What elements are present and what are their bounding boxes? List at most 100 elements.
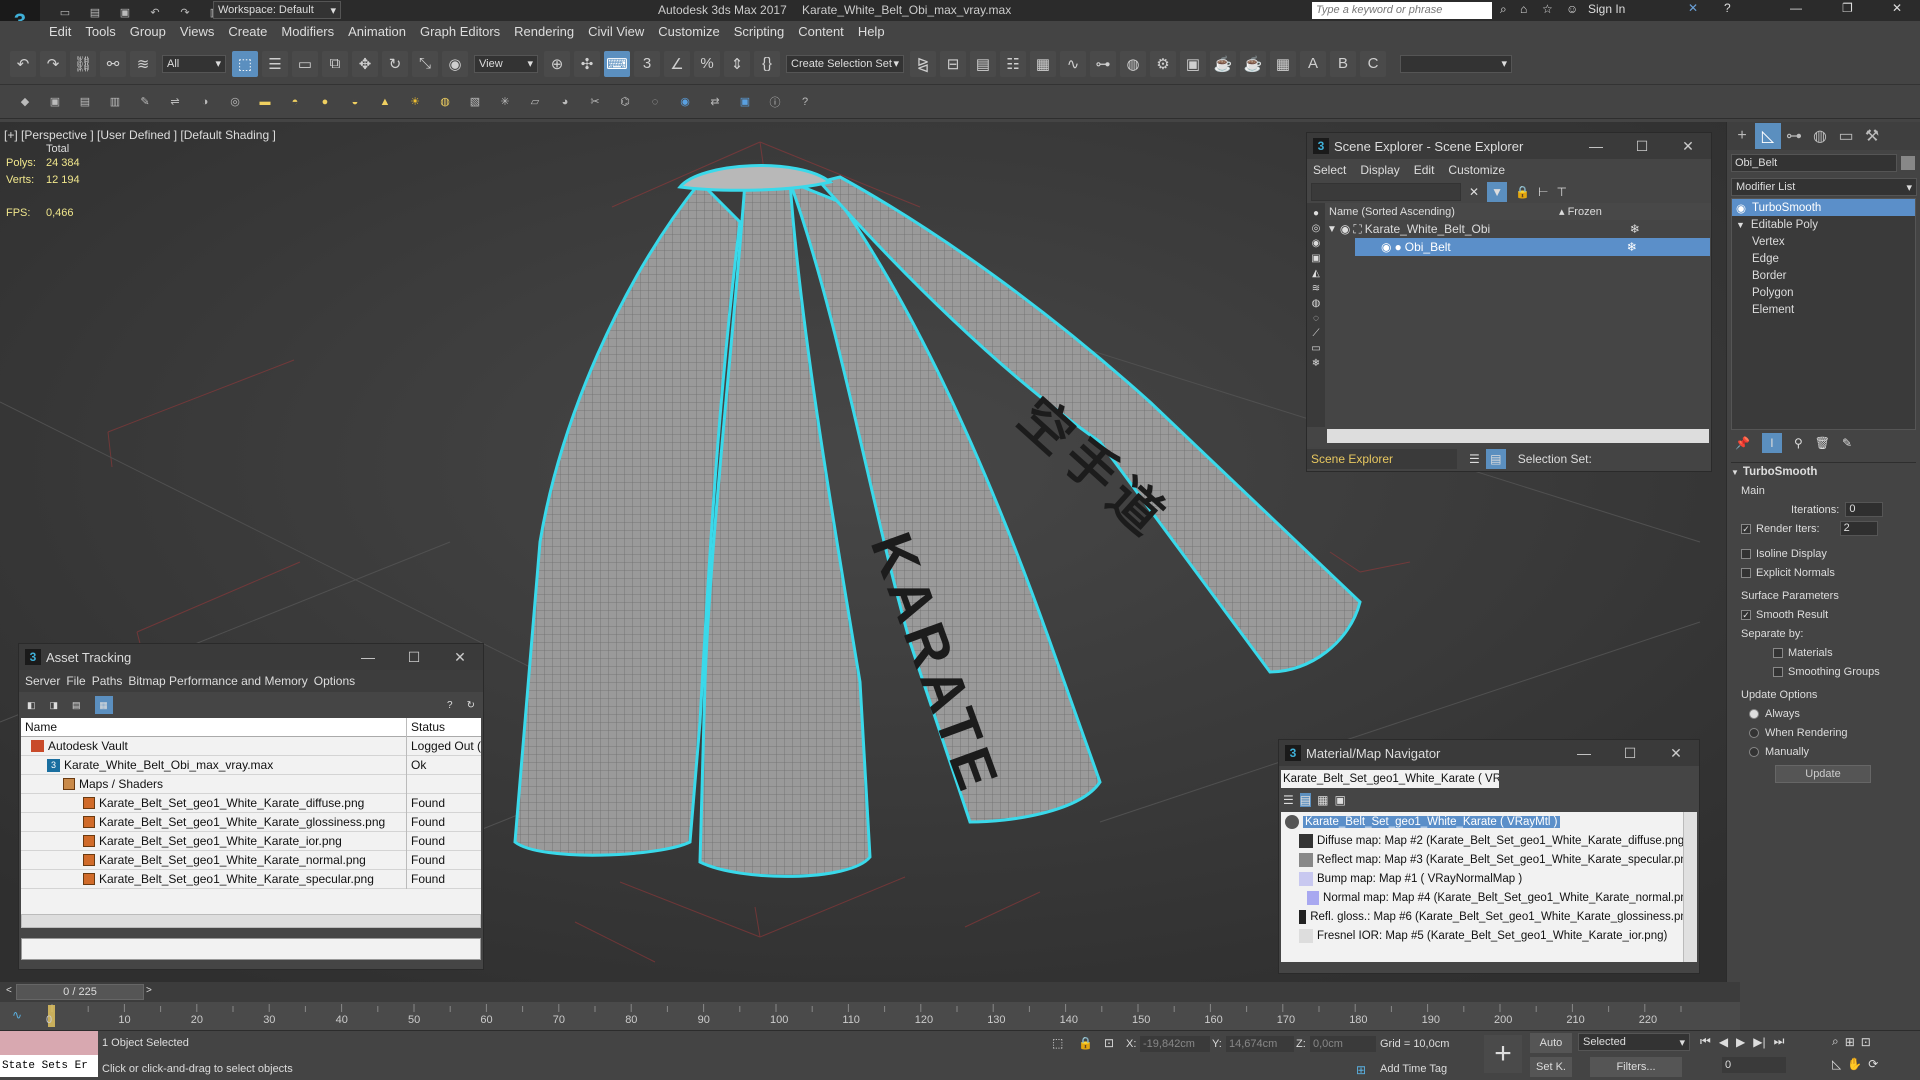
table-row[interactable]: 3 Karate_White_Belt_Obi_max_vray.max Ok (21, 755, 481, 775)
frozen-icon[interactable]: ❄ (1630, 222, 1640, 236)
asset-path-field[interactable] (21, 938, 481, 960)
layer-explorer-icon[interactable]: ☷ (1000, 50, 1026, 77)
snap-toggle-icon[interactable]: 3 (634, 50, 660, 77)
key-filter-dropdown[interactable]: Selected ▾ (1578, 1033, 1690, 1051)
add-time-tag-text[interactable]: Add Time Tag (1380, 1063, 1447, 1075)
view-list-icon[interactable]: ☰ (1283, 793, 1294, 807)
menu-edit[interactable]: Edit (42, 21, 78, 43)
se-menu-customize[interactable]: Customize (1448, 163, 1505, 177)
schematic-view-icon[interactable]: ⊶ (1090, 50, 1116, 77)
update-button[interactable]: Update (1775, 765, 1871, 783)
window-crossing-icon[interactable]: ⧉ (322, 50, 348, 77)
vray-help-icon[interactable]: ? (795, 92, 815, 112)
menu-create[interactable]: Create (221, 21, 274, 43)
reference-coord-dropdown[interactable]: View ▾ (474, 54, 538, 73)
col-name-header[interactable]: Name (Sorted Ascending) (1329, 206, 1559, 218)
menu-content[interactable]: Content (791, 21, 851, 43)
rollout-header[interactable]: ▼ TurboSmooth (1731, 463, 1916, 481)
unlink-icon[interactable]: ⚯ (100, 50, 126, 77)
display-groups-icon[interactable]: ◍ (1312, 298, 1321, 309)
material-tree-row[interactable]: Bump map: Map #1 ( VRayNormalMap ) (1281, 869, 1697, 888)
remove-modifier-icon[interactable]: 🗑 (1815, 436, 1830, 450)
explicit-normals-checkbox[interactable] (1741, 567, 1751, 578)
keyboard-shortcut-override-icon[interactable]: ⌨ (604, 50, 630, 77)
extra-dropdown[interactable]: ▾ (1400, 54, 1512, 73)
curve-editor-icon[interactable]: ∿ (1060, 50, 1086, 77)
minimize-icon[interactable]: — (1561, 745, 1607, 762)
menu-tools[interactable]: Tools (78, 21, 122, 43)
display-shapes-icon[interactable]: ◎ (1312, 223, 1321, 234)
lock-icon[interactable]: 🔒 (1078, 1036, 1093, 1050)
place-icon[interactable]: ◉ (442, 50, 468, 77)
at-refresh-icon[interactable]: ↻ (467, 700, 475, 711)
maximize-icon[interactable]: ☐ (1607, 745, 1653, 762)
se-menu-display[interactable]: Display (1360, 163, 1399, 177)
asset-horizontal-scrollbar[interactable] (21, 914, 481, 928)
isoline-checkbox[interactable] (1741, 548, 1751, 559)
stack-item-element[interactable]: Element (1732, 301, 1915, 318)
orbit-icon[interactable]: ⟳ (1868, 1057, 1878, 1071)
show-end-result-icon[interactable]: I (1761, 433, 1782, 453)
at-menu-paths[interactable]: Paths (92, 674, 123, 688)
vray-light-plane-icon[interactable]: ▬ (255, 92, 275, 112)
at-help-icon[interactable]: ? (447, 700, 453, 711)
time-slider-thumb[interactable]: 0 / 225 (16, 984, 144, 1000)
menu-graph-editors[interactable]: Graph Editors (413, 21, 507, 43)
edit-named-selection-icon[interactable]: {} (754, 50, 780, 77)
smoothing-groups-checkbox[interactable] (1773, 666, 1783, 677)
zoom-icon[interactable]: ⌕ (1832, 1034, 1839, 1049)
at-menu-options[interactable]: Options (314, 674, 355, 688)
viewport-label[interactable]: [+] [Perspective ] [User Defined ] [Defa… (4, 128, 276, 142)
time-slider[interactable]: < 0 / 225 > (0, 982, 1740, 1002)
vray-ies-icon[interactable]: ◒ (345, 92, 365, 112)
stack-item-editable-poly[interactable]: ▼ Editable Poly (1732, 216, 1915, 233)
motion-tab-icon[interactable]: ◍ (1807, 123, 1833, 149)
create-tab-icon[interactable]: + (1729, 123, 1755, 149)
render-production-icon[interactable]: ☕ (1210, 50, 1236, 77)
scene-row[interactable]: ▼ ◉ ⛶ Karate_White_Belt_Obi ❄ (1325, 220, 1711, 238)
favorites-icon[interactable]: ☆ (1542, 2, 1553, 16)
table-row[interactable]: Karate_Belt_Set_geo1_White_Karate_normal… (21, 850, 481, 870)
frozen-icon[interactable]: ❄ (1627, 240, 1637, 254)
vray-tool-icon-1[interactable]: ◆ (15, 92, 35, 112)
prev-frame-icon[interactable]: < (6, 985, 12, 996)
next-frame-icon[interactable]: ▶| (1753, 1035, 1765, 1049)
close-icon[interactable]: ✕ (1892, 1, 1902, 15)
current-frame-spinner[interactable]: 0 (1722, 1057, 1786, 1073)
material-tree-row[interactable]: Reflect map: Map #3 (Karate_Belt_Set_geo… (1281, 850, 1697, 869)
filter-icon[interactable]: ▼ (1487, 182, 1508, 202)
y-coordinate-field[interactable]: 14,674cm (1226, 1036, 1294, 1052)
vray-sky-icon[interactable]: ◍ (435, 92, 455, 112)
subscription-icon[interactable]: ⌂ (1520, 2, 1527, 16)
select-by-name-icon[interactable]: ☰ (262, 50, 288, 77)
menu-views[interactable]: Views (173, 21, 221, 43)
vray-plane-icon[interactable]: ▱ (525, 92, 545, 112)
close-icon[interactable]: ✕ (1665, 138, 1711, 155)
save-file-icon[interactable]: ▣ (115, 2, 135, 22)
percent-snap-icon[interactable]: % (694, 50, 720, 77)
exchange-icon[interactable]: ✕ (1688, 1, 1698, 15)
vray-sun-icon[interactable]: ☀ (405, 92, 425, 112)
minimize-icon[interactable]: — (1573, 138, 1619, 155)
view-small-icons-icon[interactable]: ▦ (1317, 793, 1328, 807)
open-file-icon[interactable]: ▤ (85, 2, 105, 22)
redo-icon[interactable]: ↷ (175, 2, 195, 22)
stack-item-edge[interactable]: Edge (1732, 250, 1915, 267)
auto-key-button[interactable]: Auto (1530, 1033, 1572, 1053)
horizontal-scrollbar[interactable] (1327, 429, 1709, 443)
table-row[interactable]: Karate_Belt_Set_geo1_White_Karate_glossi… (21, 812, 481, 832)
menu-rendering[interactable]: Rendering (507, 21, 581, 43)
text-b-icon[interactable]: B (1330, 50, 1356, 77)
x-coordinate-field[interactable]: -19,842cm (1140, 1036, 1210, 1052)
rotate-icon[interactable]: ↻ (382, 50, 408, 77)
table-row[interactable]: Maps / Shaders (21, 774, 481, 794)
modify-tab-icon[interactable]: ◺ (1755, 123, 1781, 149)
when-rendering-radio[interactable] (1749, 727, 1759, 738)
modifier-on-icon[interactable]: ◉ (1736, 201, 1746, 215)
display-helpers-icon[interactable]: ◭ (1312, 268, 1320, 279)
maxscript-mini-listener[interactable]: State Sets Er (0, 1055, 98, 1077)
table-row[interactable]: Autodesk Vault Logged Out ( (21, 736, 481, 756)
vray-material-icon[interactable]: ◉ (675, 92, 695, 112)
material-tree-row[interactable]: Refl. gloss.: Map #6 (Karate_Belt_Set_ge… (1281, 907, 1697, 926)
play-icon[interactable]: ▶ (1736, 1035, 1745, 1049)
